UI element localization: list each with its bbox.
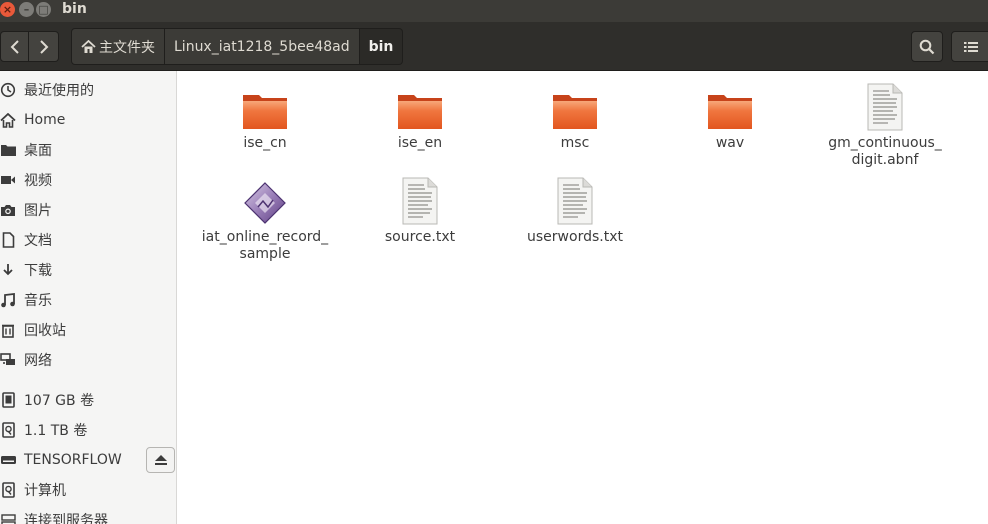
search-icon bbox=[919, 39, 935, 54]
sidebar-item-computer[interactable]: 计算机 bbox=[0, 475, 177, 505]
file-view: ise_cn ise_en msc wav gm_continuous_ dig… bbox=[178, 71, 988, 524]
breadcrumb-label: bin bbox=[368, 38, 394, 55]
executable-icon bbox=[190, 173, 340, 225]
server-icon bbox=[0, 513, 18, 524]
sidebar-item-label: 文档 bbox=[24, 233, 52, 249]
network-icon bbox=[0, 353, 18, 367]
text-file-icon bbox=[810, 79, 960, 131]
folder-icon bbox=[500, 79, 650, 131]
path-bar: 主文件夹 Linux_iat1218_5bee48ad bin bbox=[71, 28, 404, 65]
sidebar-item-label: 桌面 bbox=[24, 143, 52, 159]
trash-icon bbox=[0, 323, 18, 338]
drive-icon bbox=[0, 422, 18, 438]
sidebar-item-recent[interactable]: 最近使用的 bbox=[0, 75, 177, 105]
chevron-right-icon bbox=[39, 39, 48, 54]
nav-buttons bbox=[0, 31, 59, 62]
download-icon bbox=[0, 263, 18, 277]
sidebar-item-label: 视频 bbox=[24, 173, 52, 189]
toolbar: 主文件夹 Linux_iat1218_5bee48ad bin bbox=[0, 22, 988, 71]
breadcrumb-current[interactable]: bin bbox=[359, 28, 404, 65]
sidebar-item-home[interactable]: Home bbox=[0, 105, 177, 135]
video-icon bbox=[0, 174, 18, 186]
file-name: gm_continuous_ digit.abnf bbox=[828, 135, 942, 168]
sidebar-item-label: 最近使用的 bbox=[24, 83, 94, 99]
sidebar-item-label: 连接到服务器 bbox=[24, 513, 108, 524]
sidebar-item-label: 网络 bbox=[24, 353, 52, 369]
sidebar-item-label: 107 GB 卷 bbox=[24, 393, 95, 409]
file-item-source-txt[interactable]: source.txt bbox=[345, 173, 495, 246]
forward-button[interactable] bbox=[29, 31, 59, 62]
file-item-ise-en[interactable]: ise_en bbox=[345, 79, 495, 152]
file-name: iat_online_record_ sample bbox=[201, 229, 329, 262]
sidebar-item-pictures[interactable]: 图片 bbox=[0, 195, 177, 225]
drive-icon bbox=[0, 392, 18, 408]
document-icon bbox=[0, 232, 18, 248]
file-name: wav bbox=[715, 135, 745, 151]
text-file-icon bbox=[500, 173, 650, 225]
window-title: bin bbox=[62, 1, 87, 17]
recent-icon bbox=[0, 82, 18, 98]
file-name: ise_en bbox=[397, 135, 443, 151]
eject-button[interactable] bbox=[146, 447, 175, 473]
view-options-button[interactable] bbox=[951, 31, 988, 62]
sidebar-item-label: 下载 bbox=[24, 263, 52, 279]
file-item-ise-cn[interactable]: ise_cn bbox=[190, 79, 340, 152]
desktop-folder-icon bbox=[0, 143, 18, 157]
sidebar-item-volume-1tb[interactable]: 1.1 TB 卷 bbox=[0, 415, 177, 445]
sidebar-item-label: Home bbox=[24, 112, 66, 128]
breadcrumb-label: 主文件夹 bbox=[99, 39, 155, 56]
music-icon bbox=[0, 292, 18, 308]
file-item-msc[interactable]: msc bbox=[500, 79, 650, 152]
sidebar-item-tensorflow[interactable]: TENSORFLOW bbox=[0, 445, 177, 475]
file-name: ise_cn bbox=[243, 135, 287, 151]
sidebar-item-music[interactable]: 音乐 bbox=[0, 285, 177, 315]
home-icon bbox=[81, 39, 96, 54]
file-name: source.txt bbox=[384, 229, 456, 245]
breadcrumb-home[interactable]: 主文件夹 bbox=[71, 28, 165, 65]
breadcrumb-project[interactable]: Linux_iat1218_5bee48ad bbox=[165, 28, 360, 65]
sidebar-item-desktop[interactable]: 桌面 bbox=[0, 135, 177, 165]
list-view-icon bbox=[964, 41, 978, 52]
file-name: userwords.txt bbox=[527, 229, 623, 245]
removable-drive-icon bbox=[0, 454, 18, 466]
chevron-left-icon bbox=[10, 39, 19, 54]
file-item-wav[interactable]: wav bbox=[655, 79, 805, 152]
close-button[interactable]: × bbox=[0, 2, 15, 17]
sidebar-item-connect-server[interactable]: 连接到服务器 bbox=[0, 505, 177, 524]
folder-icon bbox=[190, 79, 340, 131]
text-file-icon bbox=[345, 173, 495, 225]
sidebar-item-downloads[interactable]: 下载 bbox=[0, 255, 177, 285]
file-name: msc bbox=[560, 135, 590, 151]
sidebar-item-videos[interactable]: 视频 bbox=[0, 165, 177, 195]
sidebar-item-volume-107gb[interactable]: 107 GB 卷 bbox=[0, 385, 177, 415]
file-item-gm-continuous-digit[interactable]: gm_continuous_ digit.abnf bbox=[810, 79, 960, 169]
maximize-button[interactable]: □ bbox=[36, 2, 51, 17]
minimize-button[interactable]: – bbox=[19, 2, 34, 17]
sidebar-item-label: 音乐 bbox=[24, 293, 52, 309]
file-item-iat-online-record-sample[interactable]: iat_online_record_ sample bbox=[190, 173, 340, 263]
sidebar-item-label: 计算机 bbox=[24, 483, 66, 499]
folder-icon bbox=[655, 79, 805, 131]
breadcrumb-label: Linux_iat1218_5bee48ad bbox=[174, 38, 350, 55]
sidebar: 最近使用的 Home 桌面 视频 图片 文档 下载 音乐 回收站 网络 107 … bbox=[0, 71, 177, 524]
title-bar: × – □ bin bbox=[0, 0, 988, 22]
sidebar-item-documents[interactable]: 文档 bbox=[0, 225, 177, 255]
home-icon bbox=[0, 112, 18, 128]
search-button[interactable] bbox=[911, 31, 943, 62]
sidebar-item-label: TENSORFLOW bbox=[24, 452, 122, 468]
sidebar-item-label: 1.1 TB 卷 bbox=[24, 423, 88, 439]
sidebar-item-label: 回收站 bbox=[24, 323, 66, 339]
file-item-userwords-txt[interactable]: userwords.txt bbox=[500, 173, 650, 246]
folder-icon bbox=[345, 79, 495, 131]
sidebar-item-trash[interactable]: 回收站 bbox=[0, 315, 177, 345]
back-button[interactable] bbox=[0, 31, 29, 62]
camera-icon bbox=[0, 203, 18, 217]
computer-drive-icon bbox=[0, 482, 18, 498]
sidebar-item-network[interactable]: 网络 bbox=[0, 345, 177, 375]
eject-icon bbox=[154, 455, 167, 465]
sidebar-item-label: 图片 bbox=[24, 203, 52, 219]
